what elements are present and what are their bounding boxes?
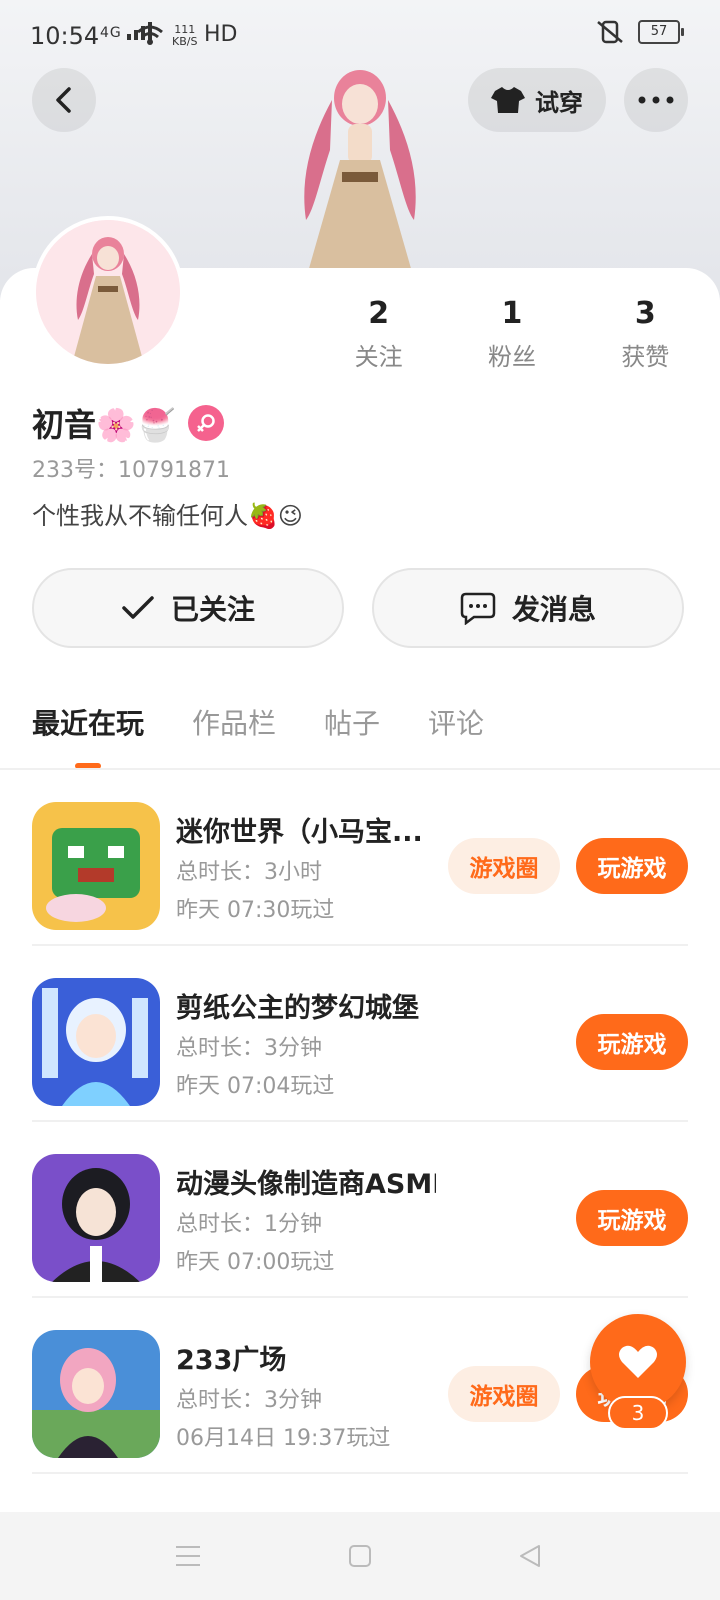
tab-works[interactable]: 作品栏: [192, 702, 276, 742]
hd-indicator: HD: [204, 22, 238, 47]
system-navigation-bar: [0, 1512, 720, 1600]
speed-unit: KB/S: [172, 35, 198, 48]
status-bar: 10:54 4G 111 KB/S HD 57: [0, 0, 720, 70]
play-game-button[interactable]: 玩游戏: [576, 1014, 688, 1070]
wifi-icon: [137, 25, 163, 45]
like-count-badge: 3: [608, 1396, 668, 1430]
stat-likes[interactable]: 3 获赞: [579, 296, 712, 372]
tab-recently-played[interactable]: 最近在玩: [32, 702, 144, 742]
game-last-played: 昨天 07:00玩过: [176, 1250, 335, 1275]
try-on-button[interactable]: 试穿: [468, 68, 606, 132]
home-button[interactable]: [344, 1540, 376, 1572]
back-button[interactable]: [32, 68, 96, 132]
avatar-character-image: [36, 220, 180, 364]
game-last-played: 06月14日 19:37玩过: [176, 1426, 391, 1451]
try-on-label: 试穿: [535, 88, 583, 117]
stat-fans-label: 粉丝: [487, 343, 536, 371]
profile-name-row: 初音🌸🍧: [32, 400, 224, 446]
more-options-button[interactable]: [624, 68, 688, 132]
profile-tabs: 最近在玩 作品栏 帖子 评论: [32, 702, 484, 742]
recent-apps-button[interactable]: [172, 1540, 204, 1572]
list-item[interactable]: 迷你世界（小马宝... 总时长：3小时 昨天 07:30玩过 游戏圈 玩游戏: [0, 770, 720, 946]
game-title: 迷你世界（小马宝...: [176, 817, 423, 848]
female-gender-icon: [187, 405, 224, 441]
tab-comments[interactable]: 评论: [428, 702, 484, 742]
game-title: 动漫头像制造商ASMR: [176, 1169, 436, 1200]
followed-button[interactable]: 已关注: [32, 568, 344, 648]
game-icon: [32, 802, 160, 930]
status-right: 57: [596, 20, 684, 44]
game-last-played: 昨天 07:30玩过: [176, 898, 335, 923]
network-label: 4G: [100, 25, 122, 41]
game-circle-button[interactable]: 游戏圈: [448, 838, 560, 894]
list-item[interactable]: 动漫头像制造商ASMR 总时长：1分钟 昨天 07:00玩过 玩游戏: [0, 1122, 720, 1298]
game-duration: 总时长：3分钟: [176, 1036, 322, 1061]
stat-likes-value: 3: [634, 296, 656, 331]
tshirt-icon: [491, 87, 525, 113]
game-duration: 总时长：3分钟: [176, 1388, 322, 1413]
play-game-button[interactable]: 玩游戏: [576, 1190, 688, 1246]
tab-posts[interactable]: 帖子: [324, 702, 380, 742]
stat-fans-value: 1: [501, 296, 523, 331]
profile-stats: 2 关注 1 粉丝 3 获赞: [312, 296, 712, 372]
checkmark-icon: [122, 596, 154, 619]
heart-icon: [619, 1345, 657, 1378]
send-message-label: 发消息: [511, 593, 596, 626]
game-icon: [32, 978, 160, 1106]
game-icon: [32, 1330, 160, 1458]
more-dots-icon: [638, 96, 674, 104]
chevron-left-icon: [56, 87, 71, 113]
stat-likes-label: 获赞: [621, 343, 670, 371]
game-duration: 总时长：3小时: [176, 860, 322, 885]
stat-following-label: 关注: [354, 343, 403, 371]
list-item[interactable]: 剪纸公主的梦幻城堡 总时长：3分钟 昨天 07:04玩过 玩游戏: [0, 946, 720, 1122]
play-game-button[interactable]: 玩游戏: [576, 838, 688, 894]
system-back-button[interactable]: [514, 1540, 546, 1572]
menu-lines-icon: [176, 1546, 200, 1566]
triangle-back-icon: [520, 1545, 540, 1567]
game-duration: 总时长：1分钟: [176, 1212, 322, 1237]
profile-uid: 233号：10791871: [32, 458, 230, 483]
send-message-button[interactable]: 发消息: [372, 568, 684, 648]
profile-bio: 个性我从不输任何人🍓😉: [32, 502, 303, 530]
game-title: 233广场: [176, 1345, 287, 1376]
profile-name: 初音🌸🍧: [32, 406, 176, 444]
square-home-icon: [349, 1545, 371, 1567]
network-speed: 111 KB/S: [172, 24, 197, 48]
stat-following[interactable]: 2 关注: [312, 296, 445, 372]
game-circle-button[interactable]: 游戏圈: [448, 1366, 560, 1422]
avatar[interactable]: [32, 216, 184, 368]
followed-label: 已关注: [170, 593, 255, 626]
stat-fans[interactable]: 1 粉丝: [445, 296, 578, 372]
chat-bubble-icon: [460, 592, 496, 625]
status-time: 10:54: [30, 22, 100, 50]
game-icon: [32, 1154, 160, 1282]
game-title: 剪纸公主的梦幻城堡: [176, 993, 419, 1024]
stat-following-value: 2: [368, 296, 390, 331]
game-last-played: 昨天 07:04玩过: [176, 1074, 335, 1099]
battery-indicator: 57: [638, 20, 684, 44]
vibrate-mute-icon: [597, 20, 623, 44]
avatar-character-figure: [300, 70, 420, 300]
